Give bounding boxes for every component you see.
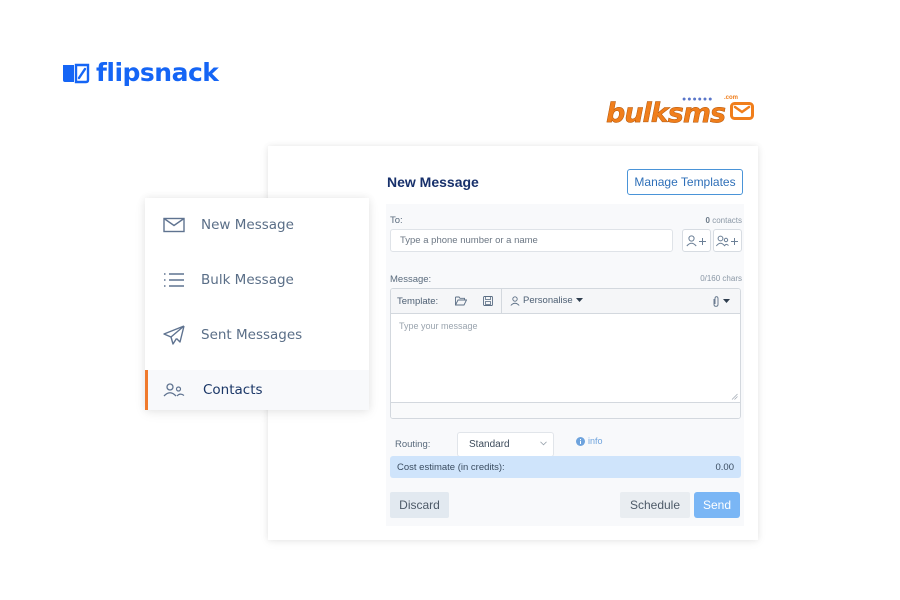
contacts-count-unit: contacts	[712, 216, 742, 225]
message-textarea[interactable]: Type your message	[391, 314, 740, 403]
template-label: Template:	[397, 295, 439, 307]
add-contact-button[interactable]	[682, 229, 711, 252]
sidebar-item-label: Sent Messages	[201, 327, 303, 343]
toolbar-divider	[501, 289, 502, 314]
flipsnack-wordmark: flipsnack	[96, 58, 219, 87]
add-contact-icon	[685, 234, 706, 246]
info-icon	[576, 436, 585, 446]
sidebar-item-bulk-message[interactable]: Bulk Message	[145, 260, 369, 300]
sidebar-item-label: Bulk Message	[201, 272, 294, 288]
person-icon	[510, 295, 520, 306]
chevron-down-icon	[540, 441, 547, 446]
caret-down-icon	[723, 299, 730, 303]
attachment-dropdown[interactable]	[713, 296, 730, 307]
active-indicator	[145, 370, 148, 410]
personalise-label: Personalise	[523, 295, 573, 306]
compose-form: To: 0 contacts Type a phone number or a …	[386, 204, 744, 526]
page-title: New Message	[387, 174, 479, 190]
discard-button[interactable]: Discard	[390, 492, 449, 518]
caret-down-icon	[575, 298, 583, 302]
list-icon	[162, 270, 186, 290]
message-toolbar: Template: Personalise	[391, 289, 740, 314]
envelope-icon	[162, 215, 186, 235]
paperclip-icon	[713, 296, 719, 307]
bulksms-wordmark-sms: sms	[667, 98, 727, 129]
info-label: info	[588, 436, 603, 446]
routing-select[interactable]: Standard	[457, 432, 554, 457]
sidebar-item-label: New Message	[201, 217, 294, 233]
contacts-count-value: 0	[705, 216, 710, 225]
cost-estimate-label: Cost estimate (in credits):	[397, 461, 505, 473]
resize-grip-icon[interactable]	[731, 393, 738, 400]
sidebar-item-label: Contacts	[203, 382, 263, 398]
flipsnack-logo: flipsnack	[62, 58, 219, 87]
paper-plane-icon	[162, 325, 186, 345]
contacts-icon	[162, 380, 186, 400]
sidebar-nav: New Message Bulk Message Sent Messages C…	[145, 198, 369, 410]
char-count: 0/160 chars	[700, 274, 742, 283]
bulksms-com: .com	[724, 95, 739, 101]
message-editor: Template: Personalise Type your message	[390, 288, 741, 419]
sidebar-item-contacts[interactable]: Contacts	[145, 370, 369, 410]
cost-estimate-value: 0.00	[715, 461, 735, 473]
personalise-dropdown[interactable]: Personalise	[510, 295, 583, 306]
bulksms-logo: bulk sms ●●●●●● .com	[606, 95, 755, 129]
message-label: Message:	[390, 274, 432, 285]
cost-estimate: Cost estimate (in credits): 0.00	[390, 456, 741, 478]
manage-templates-button[interactable]: Manage Templates	[627, 169, 743, 195]
send-button[interactable]: Send	[694, 492, 740, 518]
open-template-icon[interactable]	[455, 296, 468, 309]
flipsnack-book-icon	[62, 62, 90, 84]
bulksms-dots: ●●●●●●	[682, 96, 714, 103]
routing-selected: Standard	[469, 439, 510, 450]
to-label: To:	[390, 215, 403, 226]
add-group-icon	[715, 235, 738, 246]
message-footer	[391, 403, 740, 418]
schedule-button[interactable]: Schedule	[620, 492, 690, 518]
save-template-icon[interactable]	[483, 296, 493, 309]
bulksms-wordmark-bulk: bulk	[606, 98, 669, 129]
routing-info-link[interactable]: info	[576, 436, 603, 446]
bulksms-envelope-icon	[730, 102, 755, 125]
recipient-input[interactable]: Type a phone number or a name	[390, 229, 673, 252]
sidebar-item-new-message[interactable]: New Message	[145, 205, 369, 245]
message-placeholder: Type your message	[399, 321, 478, 331]
add-group-button[interactable]	[713, 229, 742, 252]
sidebar-item-sent-messages[interactable]: Sent Messages	[145, 315, 369, 355]
contacts-count: 0 contacts	[706, 216, 742, 225]
routing-label: Routing:	[395, 439, 431, 450]
